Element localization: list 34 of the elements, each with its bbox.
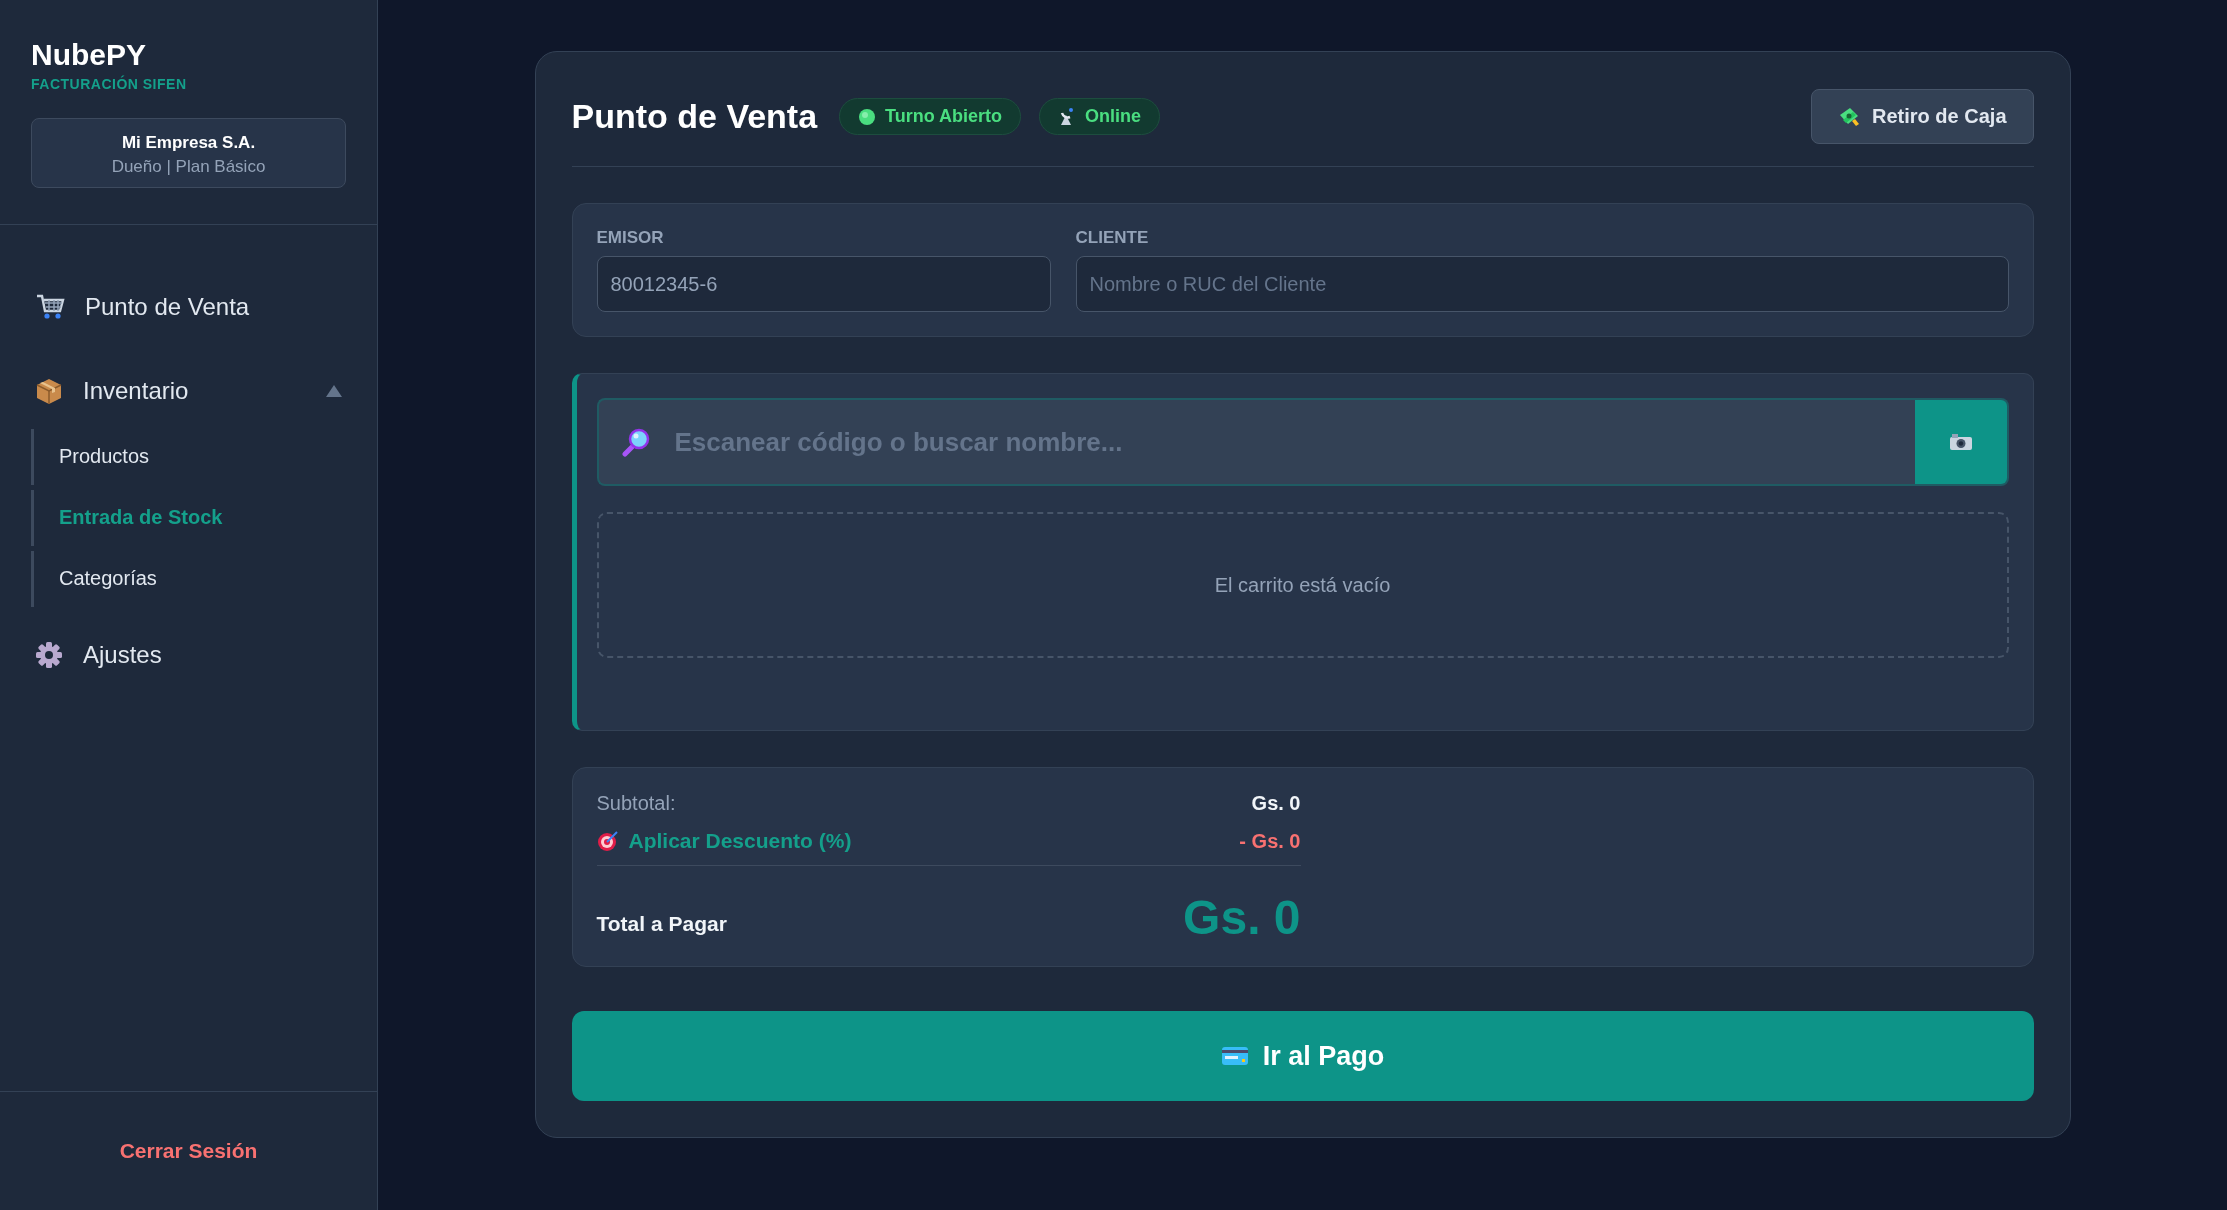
nav-item[interactable]: Ajustes <box>31 627 346 683</box>
target-icon <box>596 830 619 852</box>
company-role: Dueño | Plan Básico <box>110 157 267 177</box>
nav-item[interactable]: Inventario <box>31 363 346 419</box>
logout-link[interactable]: Cerrar Sesión <box>119 1139 258 1163</box>
pay-button[interactable]: Ir al Pago <box>571 1011 2034 1101</box>
discount-link[interactable]: Aplicar Descuento (%) <box>596 829 852 853</box>
field-label: CLIENTE <box>1075 228 1150 248</box>
submenu-item[interactable]: Productos <box>31 429 160 485</box>
submenu-item[interactable]: Entrada de Stock <box>31 490 233 546</box>
nav-item[interactable]: Punto de Venta <box>31 279 346 335</box>
company-name: Mi Empresa S.A. <box>120 133 257 153</box>
subtotal-value: Gs. 0 <box>1251 792 1301 815</box>
field-label: EMISOR <box>596 228 665 248</box>
client-input-field[interactable]: Nombre o RUC del Cliente <box>1075 256 2009 312</box>
credit-card-icon <box>1220 1045 1249 1067</box>
cash-withdrawal-button[interactable]: Retiro de Caja <box>1811 89 2034 144</box>
brand-tagline: FACTURACIÓN SIFEN <box>31 76 188 92</box>
discount-value: - Gs. 0 <box>1239 829 1301 853</box>
submenu-item[interactable]: Categorías <box>31 551 167 607</box>
status-dot-icon <box>858 107 877 126</box>
brand-title: NubePY <box>31 38 148 72</box>
total-value: Gs. 0 <box>1183 894 1301 942</box>
money-icon <box>1838 105 1860 128</box>
status-badge: Turno Abierto <box>839 98 1022 135</box>
cart-icon <box>35 293 65 321</box>
box-icon <box>35 377 63 405</box>
subtotal-label: Subtotal: <box>596 792 676 815</box>
issuer-input-field[interactable]: 80012345-6 <box>596 256 1051 312</box>
collapse-caret-icon[interactable] <box>326 385 342 397</box>
page-title: Punto de Venta <box>571 97 818 136</box>
total-label: Total a Pagar <box>596 912 727 937</box>
empty-cart-message: El carrito está vacío <box>1214 573 1391 597</box>
status-badge: Online <box>1039 98 1161 135</box>
